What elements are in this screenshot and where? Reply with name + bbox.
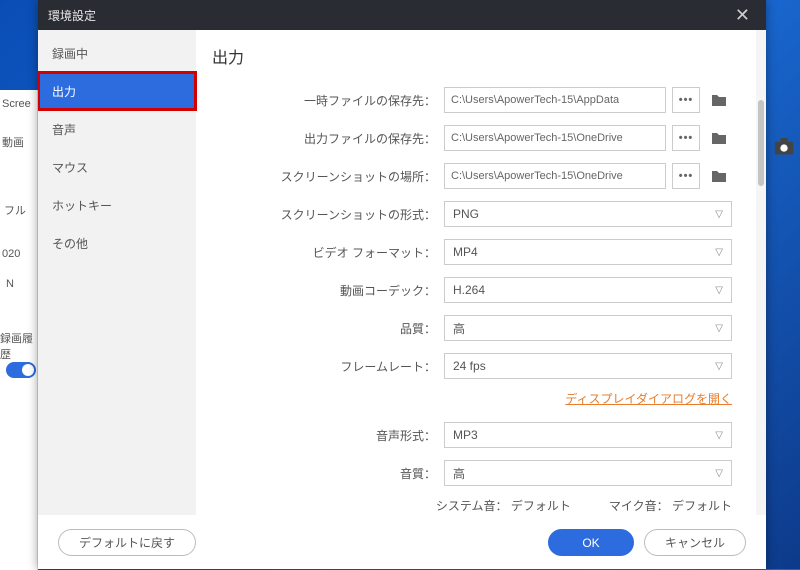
open-display-dialog-link[interactable]: ディスプレイダイアログを開く [565, 392, 732, 406]
chevron-down-icon: ▽ [715, 209, 723, 220]
field-label: 音質： [212, 465, 444, 482]
quality-select[interactable]: 高▽ [444, 315, 732, 341]
video-codec-select[interactable]: H.264▽ [444, 277, 732, 303]
bg-toggle[interactable] [6, 362, 36, 378]
camera-icon[interactable] [773, 138, 795, 154]
sidebar-item-audio[interactable]: 音声 [38, 110, 196, 148]
field-label: ビデオ フォーマット： [212, 244, 444, 261]
dialog-title: 環境設定 [48, 7, 96, 24]
field-label: 音声形式： [212, 427, 444, 444]
sidebar-item-other[interactable]: その他 [38, 224, 196, 262]
sidebar-item-label: その他 [52, 235, 88, 252]
titlebar: 環境設定 ✕ [38, 0, 766, 30]
open-folder-button[interactable] [706, 125, 732, 151]
audio-quality-select[interactable]: 高▽ [444, 460, 732, 486]
open-folder-button[interactable] [706, 163, 732, 189]
framerate-select[interactable]: 24 fps▽ [444, 353, 732, 379]
chevron-down-icon: ▽ [715, 247, 723, 258]
video-format-select[interactable]: MP4▽ [444, 239, 732, 265]
sidebar-item-label: マウス [52, 159, 88, 176]
sidebar-item-label: 録画中 [52, 45, 88, 62]
browse-button[interactable]: ••• [672, 163, 700, 189]
field-label: 品質： [212, 320, 444, 337]
cancel-button[interactable]: キャンセル [644, 529, 746, 556]
chevron-down-icon: ▽ [715, 323, 723, 334]
display-dialog-link-row: ディスプレイダイアログを開く [212, 390, 732, 407]
field-label: 動画コーデック： [212, 282, 444, 299]
audio-device-info: システム音： デフォルト マイク音： デフォルト [212, 497, 732, 514]
field-label: 一時ファイルの保存先： [212, 92, 444, 109]
temp-path-input[interactable]: C:\Users\ApowerTech-15\AppData [444, 87, 666, 113]
sidebar-item-label: ホットキー [52, 197, 112, 214]
sidebar-item-label: 出力 [52, 83, 76, 100]
preferences-dialog: 環境設定 ✕ 録画中 出力 音声 マウス ホットキー その他 出力 一時ファイル… [38, 0, 766, 569]
ok-button[interactable]: OK [548, 529, 634, 556]
open-folder-button[interactable] [706, 87, 732, 113]
bg-text: フル [4, 202, 26, 218]
sidebar-item-label: 音声 [52, 121, 76, 138]
settings-sidebar: 録画中 出力 音声 マウス ホットキー その他 [38, 30, 196, 515]
bg-text: 録画履歴 [0, 330, 37, 362]
chevron-down-icon: ▽ [715, 430, 723, 441]
screenshot-path-input[interactable]: C:\Users\ApowerTech-15\OneDrive [444, 163, 666, 189]
output-path-input[interactable]: C:\Users\ApowerTech-15\OneDrive [444, 125, 666, 151]
bg-text: 動画 [2, 134, 24, 150]
chevron-down-icon: ▽ [715, 361, 723, 372]
bg-text: N [6, 278, 14, 290]
scrollbar-thumb[interactable] [758, 100, 764, 186]
settings-main: 出力 一時ファイルの保存先： C:\Users\ApowerTech-15\Ap… [196, 30, 766, 515]
screenshot-format-select[interactable]: PNG▽ [444, 201, 732, 227]
sidebar-item-recording[interactable]: 録画中 [38, 34, 196, 72]
audio-format-select[interactable]: MP3▽ [444, 422, 732, 448]
close-icon[interactable]: ✕ [729, 5, 756, 26]
browse-button[interactable]: ••• [672, 87, 700, 113]
field-label: フレームレート： [212, 358, 444, 375]
chevron-down-icon: ▽ [715, 468, 723, 479]
bg-text: 020 [2, 248, 20, 260]
browse-button[interactable]: ••• [672, 125, 700, 151]
bg-app-strip: Scree 動画 フル 020 N 録画履歴 [0, 90, 38, 570]
section-heading: 出力 [212, 44, 732, 68]
bg-text: Scree [2, 98, 31, 110]
reset-defaults-button[interactable]: デフォルトに戻す [58, 529, 196, 556]
sidebar-item-output[interactable]: 出力 [38, 72, 196, 110]
sidebar-item-hotkey[interactable]: ホットキー [38, 186, 196, 224]
field-label: 出力ファイルの保存先： [212, 130, 444, 147]
dialog-footer: デフォルトに戻す OK キャンセル [38, 515, 766, 569]
vertical-scrollbar[interactable] [756, 30, 766, 515]
sidebar-item-mouse[interactable]: マウス [38, 148, 196, 186]
field-label: スクリーンショットの形式： [212, 206, 444, 223]
chevron-down-icon: ▽ [715, 285, 723, 296]
field-label: スクリーンショットの場所： [212, 168, 444, 185]
